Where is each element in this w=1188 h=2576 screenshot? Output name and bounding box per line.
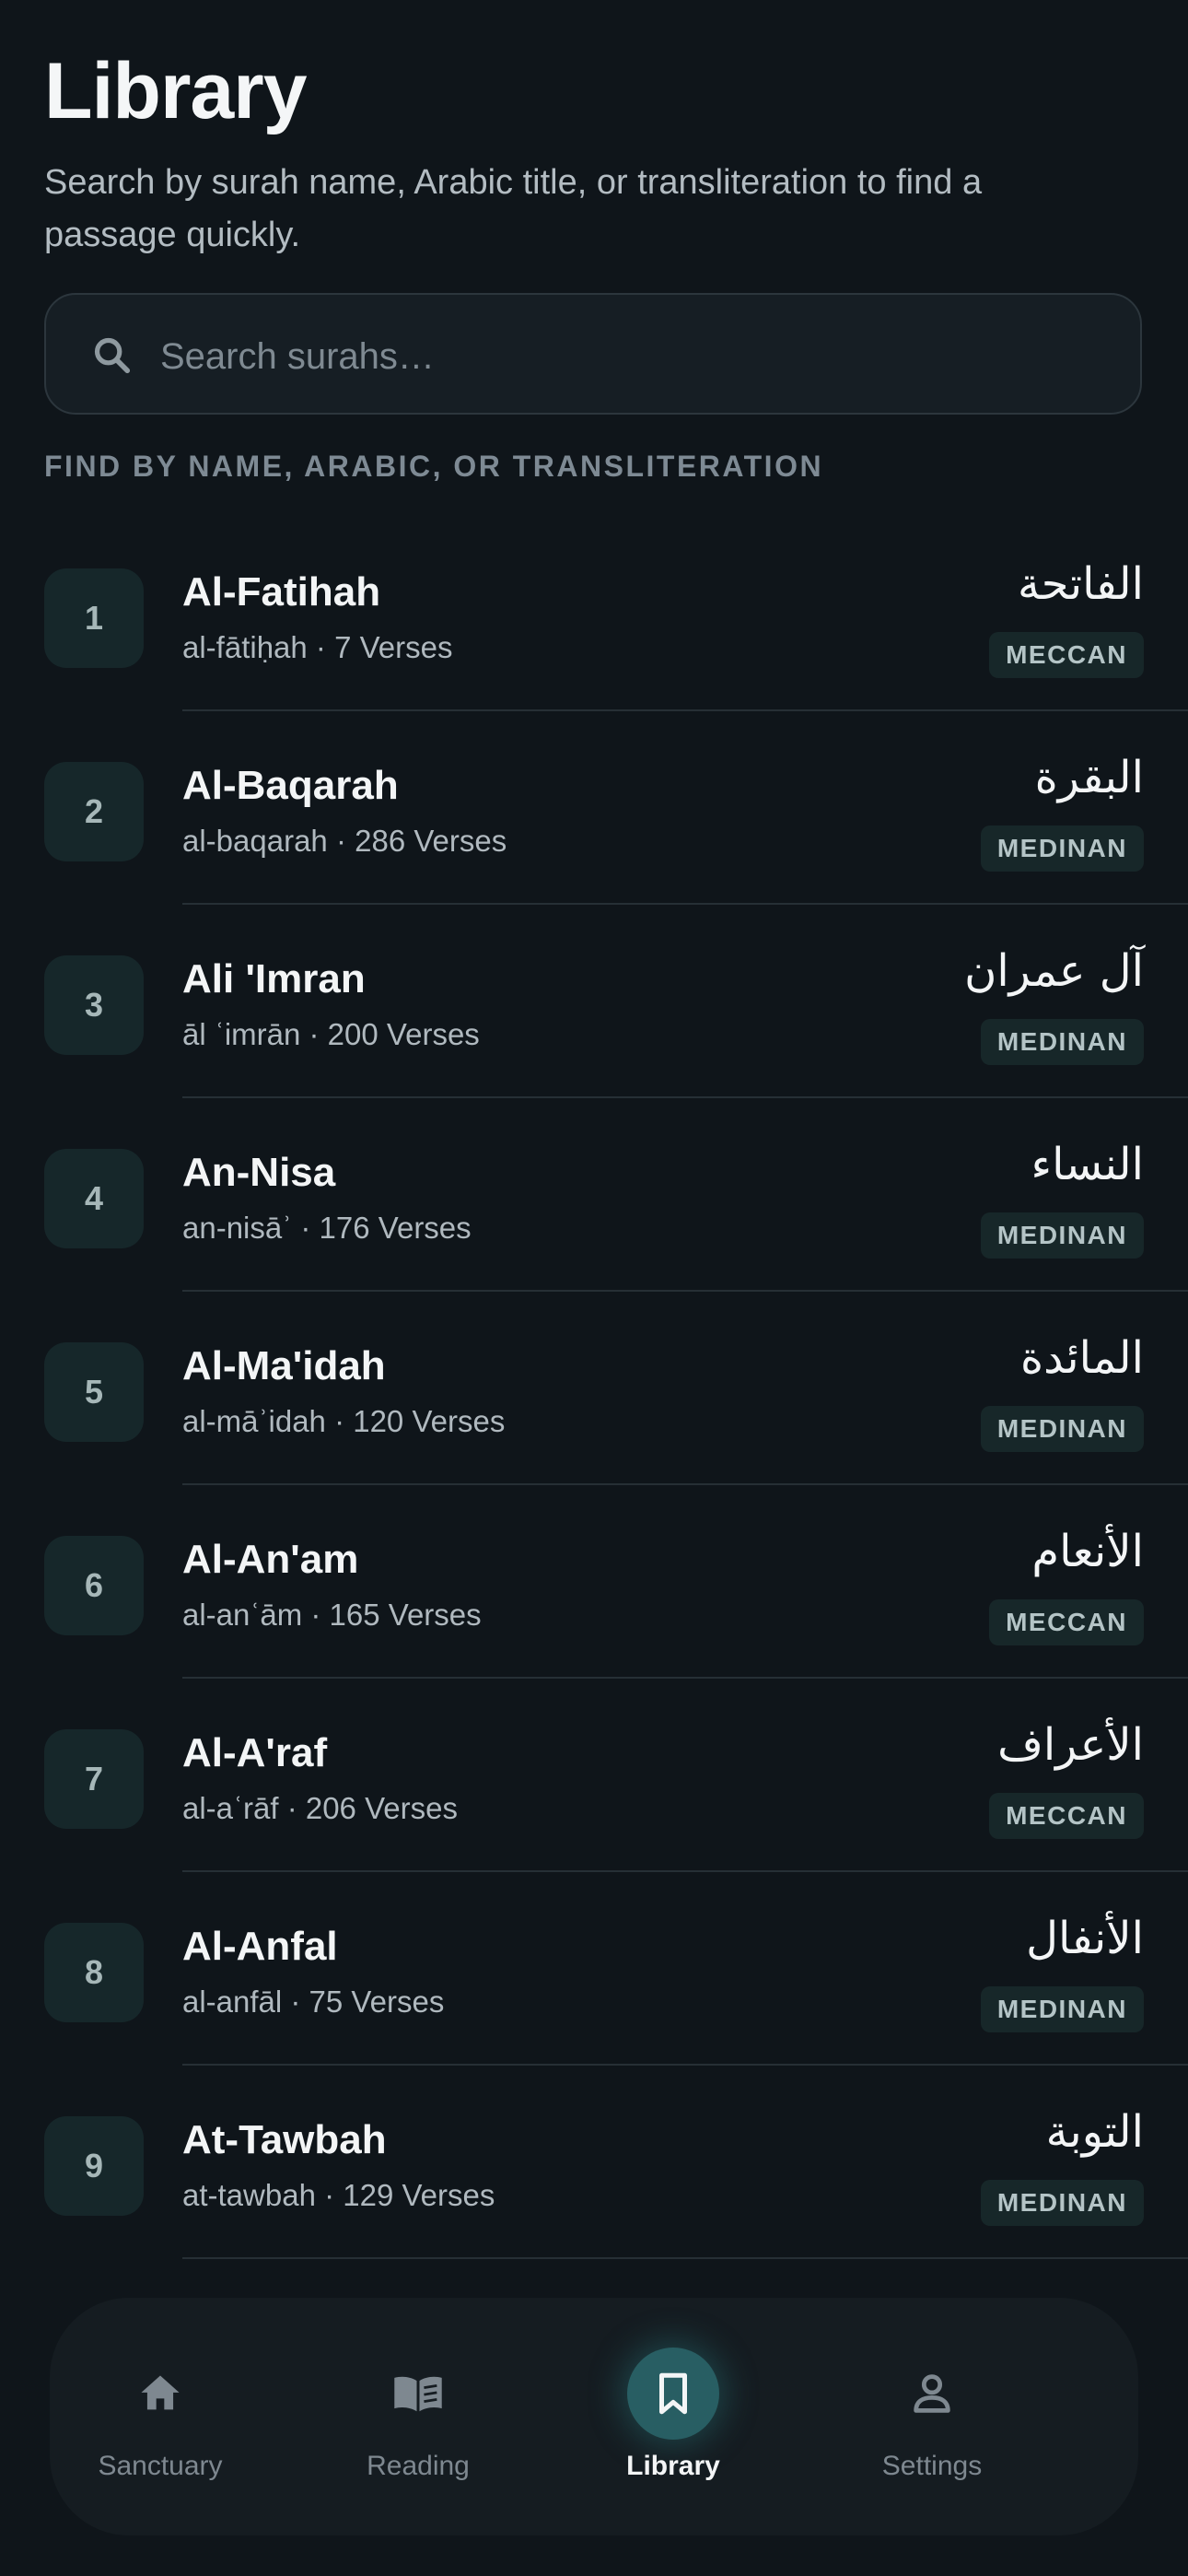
revelation-badge: MECCAN [989,632,1144,678]
surah-row[interactable]: 2 Al-Baqarah al-baqarah · 286 Verses البقرة… [0,711,1188,905]
surah-row[interactable]: 4 An-Nisa an-nisāʾ · 176 Verses النساء MEDIN… [0,1098,1188,1292]
revelation-badge: MEDINAN [980,1212,1144,1259]
surah-number: 9 [44,2116,144,2216]
revelation-badge: MEDINAN [980,2180,1144,2226]
surah-number: 4 [44,1149,144,1248]
page-subtitle: Search by surah name, Arabic title, or t… [44,163,983,254]
surah-transliteration-verses: āl ʿimrān · 200 Verses [182,1017,480,1051]
nav-item-sanctuary[interactable]: Sanctuary [50,2298,271,2535]
nav-label-reading: Reading [367,2451,470,2481]
page-title: Library [44,47,308,135]
search-input[interactable] [158,315,1101,398]
surah-transliteration-verses: al-anʿām · 165 Verses [182,1598,482,1632]
bookmark-icon [659,2372,687,2415]
surah-row[interactable]: 7 Al-A'raf al-aʿrāf · 206 Verses الأعراف MEC… [0,1679,1188,1872]
surah-number: 6 [44,1536,144,1635]
surah-transliteration-verses: al-aʿrāf · 206 Verses [182,1791,458,1825]
person-icon [914,2374,950,2413]
revelation-badge: MECCAN [989,1793,1144,1839]
surah-arabic-title: المائدة [1019,1332,1144,1384]
surah-transliteration-verses: al-fātiḥah · 7 Verses [182,630,453,664]
surah-number: 3 [44,955,144,1055]
surah-name: Al-A'raf [182,1730,328,1775]
surah-name: Al-Anfal [182,1924,338,1969]
library-screen: Library Search by surah name, Arabic tit… [0,0,1188,2576]
surah-name: An-Nisa [182,1150,336,1195]
surah-transliteration-verses: al-māʾidah · 120 Verses [182,1404,506,1438]
nav-item-settings[interactable]: Settings [821,2298,1042,2535]
surah-row[interactable]: 5 Al-Ma'idah al-māʾidah · 120 Verses المائد… [0,1292,1188,1485]
open-book-icon [394,2376,442,2412]
surah-name: Al-Ma'idah [182,1343,386,1388]
surah-transliteration-verses: al-anfāl · 75 Verses [182,1985,445,2019]
surah-number: 7 [44,1729,144,1829]
surah-number: 2 [44,762,144,861]
surah-name: At-Tawbah [182,2117,387,2162]
surah-name: Al-Fatihah [182,569,381,615]
surah-arabic-title: الأنفال [1026,1913,1144,1964]
surah-number: 5 [44,1342,144,1442]
surah-row[interactable]: 3 Ali 'Imran āl ʿimrān · 200 Verses آل عمرا… [0,905,1188,1098]
nav-item-reading[interactable]: Reading [308,2298,529,2535]
surah-row[interactable]: 6 Al-An'am al-anʿām · 165 Verses الأنعام MEC… [0,1485,1188,1679]
nav-label-sanctuary: Sanctuary [98,2451,223,2481]
search-hint: FIND BY NAME, ARABIC, OR TRANSLITERATION [44,450,824,483]
nav-label-settings: Settings [881,2451,983,2481]
active-indicator [627,2348,719,2440]
surah-arabic-title: البقرة [1034,752,1144,803]
bottom-nav: Sanctuary Reading Library Settings [50,2298,1138,2535]
surah-row[interactable]: 1 Al-Fatihah al-fātiḥah · 7 Verses الفاتحة M… [0,518,1188,711]
revelation-badge: MEDINAN [980,825,1144,872]
surah-arabic-title: الأعراف [997,1719,1144,1771]
surah-arabic-title: التوبة [1045,2106,1144,2158]
surah-arabic-title: آل عمران [964,945,1144,997]
surah-row[interactable]: 9 At-Tawbah at-tawbah · 129 Verses التوبة ME… [0,2066,1188,2259]
surah-name: Al-Baqarah [182,763,399,808]
revelation-badge: MECCAN [989,1599,1144,1645]
surah-arabic-title: النساء [1031,1139,1144,1190]
nav-label-library: Library [626,2451,720,2481]
search-icon [94,337,131,374]
surah-list: 1 Al-Fatihah al-fātiḥah · 7 Verses الفاتحة M… [0,518,1188,2259]
surah-row[interactable]: 8 Al-Anfal al-anfāl · 75 Verses الأنفال MEDI… [0,1872,1188,2066]
revelation-badge: MEDINAN [980,1019,1144,1065]
nav-item-library[interactable]: Library [563,2298,784,2535]
surah-arabic-title: الأنعام [1031,1526,1144,1577]
surah-name: Al-An'am [182,1537,359,1582]
surah-transliteration-verses: at-tawbah · 129 Verses [182,2178,495,2212]
surah-transliteration-verses: al-baqarah · 286 Verses [182,824,507,858]
surah-number: 1 [44,568,144,668]
surah-name: Ali 'Imran [182,956,366,1001]
search-bar[interactable] [44,293,1142,415]
surah-transliteration-verses: an-nisāʾ · 176 Verses [182,1211,472,1245]
revelation-badge: MEDINAN [980,1406,1144,1452]
home-icon [141,2375,180,2410]
surah-arabic-title: الفاتحة [1018,558,1144,610]
surah-number: 8 [44,1923,144,2022]
row-divider [182,2257,1188,2259]
revelation-badge: MEDINAN [980,1986,1144,2032]
